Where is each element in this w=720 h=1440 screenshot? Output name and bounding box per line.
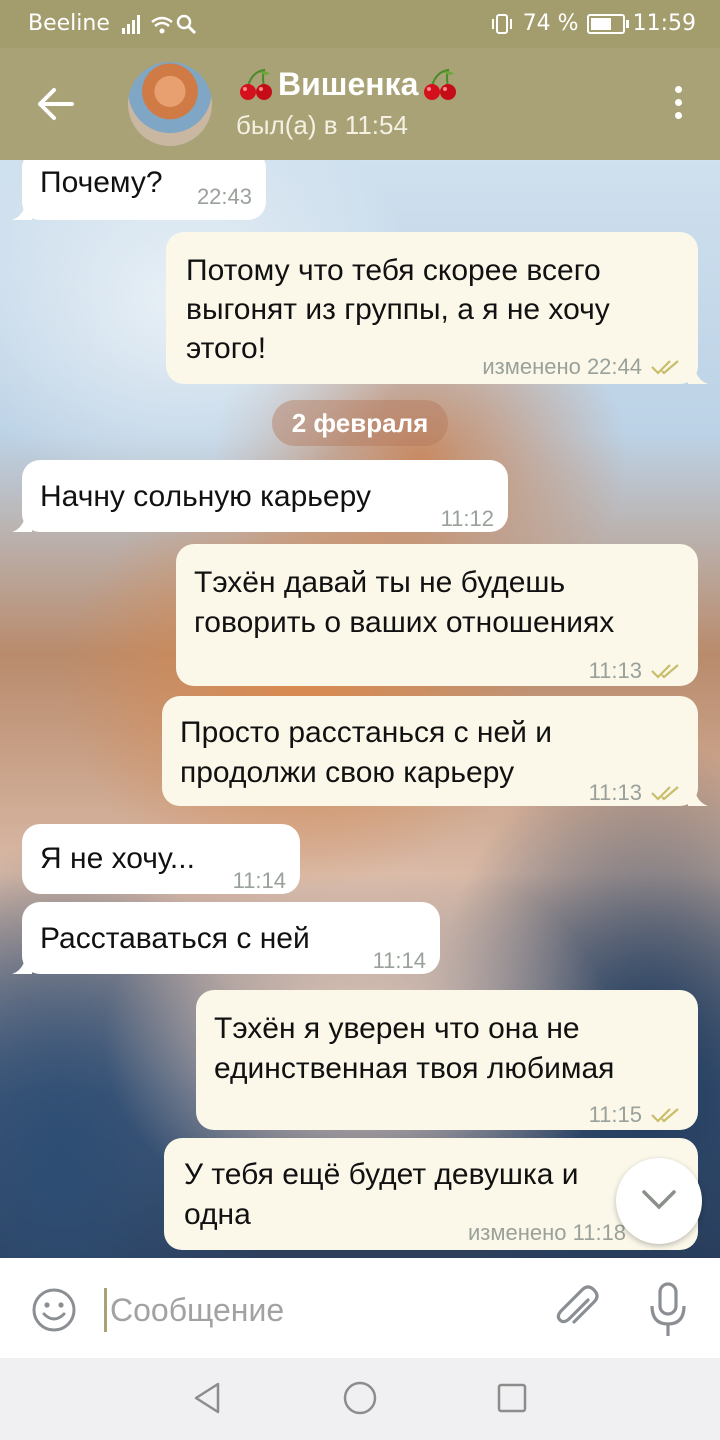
scroll-to-bottom-button[interactable]: [616, 1158, 702, 1244]
double-check-icon: [651, 1108, 679, 1123]
signal-wifi-search-icons: [122, 14, 197, 35]
message-composer: [0, 1258, 720, 1358]
battery-percent: 74 %: [522, 11, 579, 36]
bubble-tail: [688, 786, 708, 806]
nav-recent-apps-icon[interactable]: [496, 1382, 528, 1414]
double-check-icon: [651, 360, 679, 375]
bubble-tail: [12, 954, 32, 974]
clock: 11:59: [632, 11, 696, 36]
message-text: Потому что тебя скорее всего: [186, 254, 601, 287]
message-outgoing[interactable]: Потому что тебя скорее всего выгонят из …: [166, 232, 708, 384]
bubble-tail: [12, 512, 32, 532]
chat-title[interactable]: Вишенка: [238, 66, 458, 103]
message-time: 22:43: [196, 184, 252, 209]
message-time: изменено 22:44: [482, 354, 642, 379]
message-text: Просто расстанься с ней и: [180, 716, 553, 749]
message-incoming[interactable]: Расставаться с ней 11:14: [12, 902, 440, 974]
nav-back-icon[interactable]: [190, 1380, 224, 1416]
message-time: 11:13: [588, 780, 642, 805]
message-text: выгонят из группы, а я не хочу: [186, 293, 610, 326]
message-incoming[interactable]: Начну сольную карьеру 11:12: [12, 460, 508, 532]
message-input[interactable]: [108, 1284, 512, 1336]
system-navigation-bar: [0, 1358, 720, 1440]
bubble-tail: [12, 200, 32, 220]
bubble-tail: [688, 364, 708, 384]
cherry-icon: [424, 68, 457, 100]
message-text: Начну сольную карьеру: [40, 480, 371, 513]
message-text: Почему?: [40, 166, 163, 199]
chat-area[interactable]: Почему? 22:43 Потому что тебя скорее все…: [0, 160, 720, 1258]
message-time: изменено 11:18: [468, 1220, 627, 1245]
paperclip-icon[interactable]: [554, 1284, 600, 1334]
cherry-icon: [240, 68, 272, 100]
chat-title-text: Вишенка: [278, 66, 419, 102]
double-check-icon: [651, 786, 679, 801]
message-text: одна: [184, 1198, 251, 1231]
message-text: этого!: [186, 332, 267, 365]
message-outgoing[interactable]: Просто расстанься с ней и продолжи свою …: [162, 696, 708, 806]
message-outgoing[interactable]: Тэхён давай ты не будешь говорить о ваши…: [176, 544, 698, 686]
carrier-name: Beeline: [28, 11, 110, 36]
more-vertical-icon[interactable]: [672, 86, 684, 126]
smiley-icon[interactable]: [30, 1286, 78, 1334]
battery-icon: [586, 13, 629, 34]
message-time: 11:15: [588, 1102, 642, 1127]
message-time: 11:12: [440, 506, 494, 531]
message-text: Тэхён я уверен что она не: [214, 1012, 580, 1045]
message-text: Расставаться с ней: [40, 922, 310, 955]
text-cursor: [104, 1288, 107, 1332]
message-text: единственная твоя любимая: [214, 1052, 615, 1085]
arrow-left-icon[interactable]: [30, 82, 80, 126]
chat-header: Вишенка был(а) в 11:54: [0, 48, 720, 160]
message-text: Я не хочу...: [40, 842, 195, 875]
message-time: 11:14: [232, 868, 286, 893]
message-text: У тебя ещё будет девушка и: [184, 1158, 579, 1191]
vibrate-icon: [491, 13, 512, 34]
last-seen-status: был(а) в 11:54: [236, 110, 408, 140]
message-incoming[interactable]: Почему? 22:43: [12, 160, 266, 220]
message-incoming[interactable]: Я не хочу... 11:14: [22, 824, 300, 894]
double-check-icon: [651, 664, 679, 679]
message-text: продолжи свою карьеру: [180, 756, 515, 789]
message-outgoing[interactable]: Тэхён я уверен что она не единственная т…: [196, 990, 698, 1130]
status-bar: Beeline 74 % 11:59: [0, 0, 720, 48]
date-separator: 2 февраля: [272, 400, 448, 446]
message-time: 11:13: [588, 658, 642, 683]
message-text: говорить о ваших отношениях: [194, 606, 615, 639]
chevron-down-icon: [642, 1190, 676, 1210]
message-time: 11:14: [372, 948, 426, 973]
avatar[interactable]: [128, 62, 212, 146]
nav-home-icon[interactable]: [342, 1380, 378, 1416]
microphone-icon[interactable]: [648, 1282, 688, 1338]
message-text: Тэхён давай ты не будешь: [194, 566, 566, 599]
